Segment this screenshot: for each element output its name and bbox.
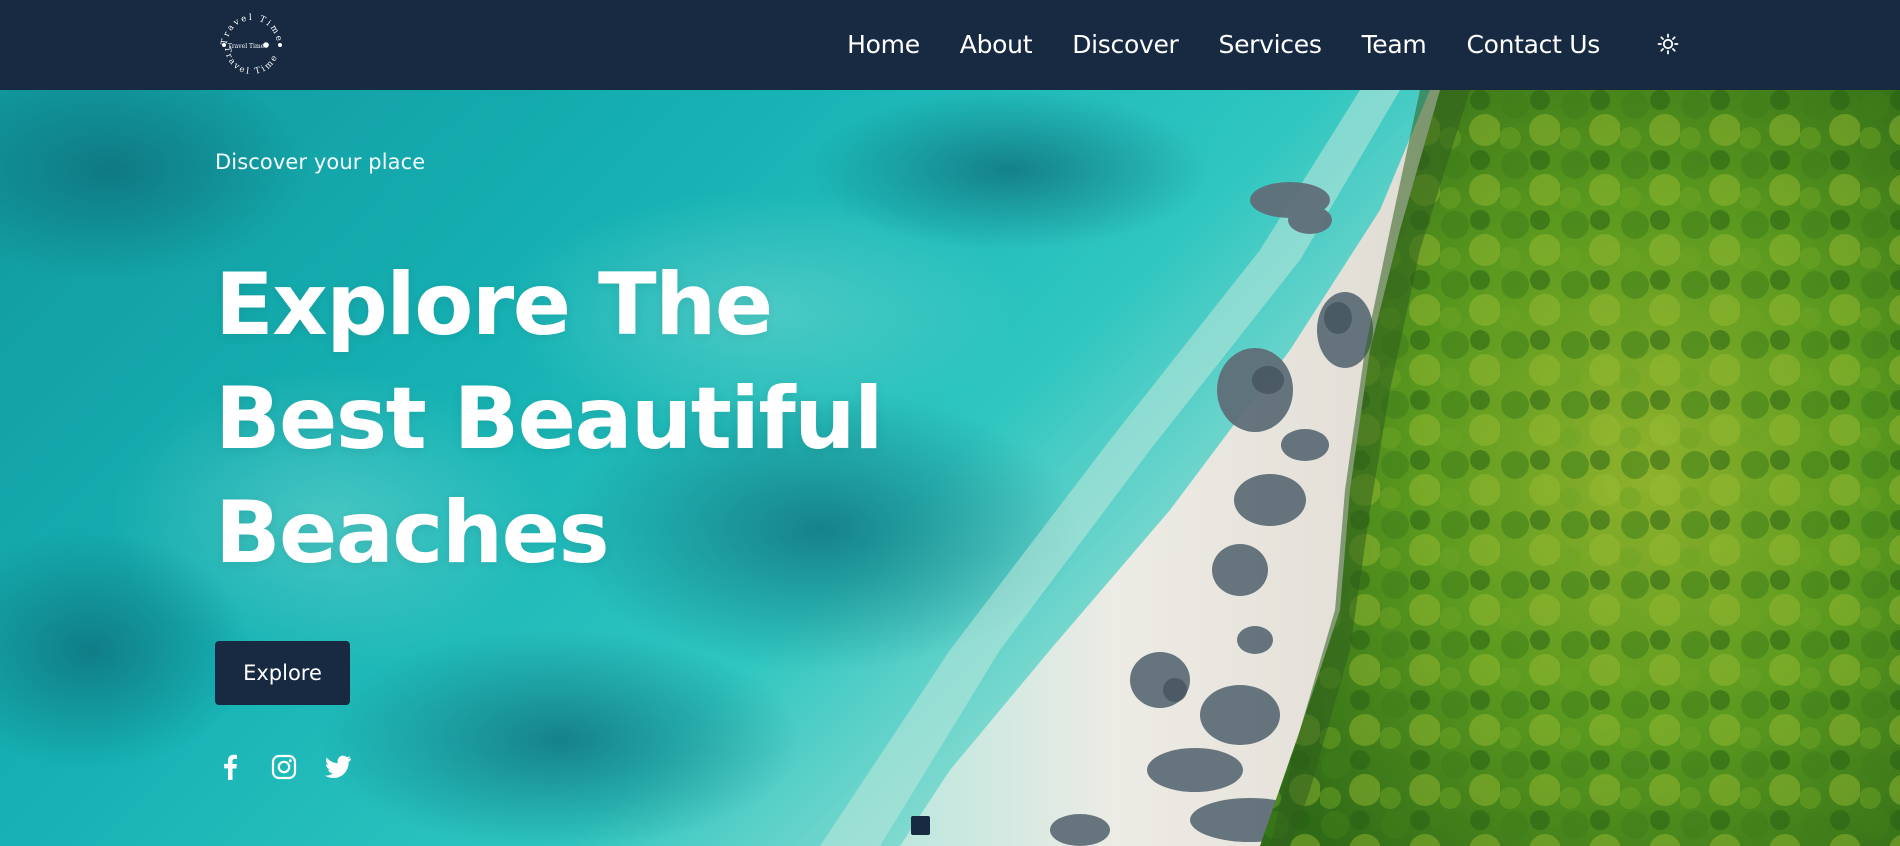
twitter-icon	[325, 755, 351, 778]
logo-ring-text-bottom: Travel Time	[222, 46, 279, 77]
sun-icon	[1657, 33, 1679, 55]
nav-item-about[interactable]: About	[960, 0, 1033, 90]
logo-center-text: Travel Time	[228, 43, 265, 50]
main-nav: Home About Discover Services Team Contac…	[847, 0, 1600, 90]
logo[interactable]: Travel Time Travel Time Travel Time	[215, 8, 289, 82]
hero-title-line: Explore The	[215, 255, 773, 355]
twitter-link[interactable]	[323, 752, 353, 782]
hero-title: Explore The Best Beautiful Beaches	[215, 248, 1075, 590]
instagram-link[interactable]	[269, 752, 299, 782]
site-header: Travel Time Travel Time Travel Time Home…	[0, 0, 1900, 90]
nav-item-team[interactable]: Team	[1362, 0, 1427, 90]
nav-item-contact[interactable]: Contact Us	[1466, 0, 1600, 90]
nav-item-services[interactable]: Services	[1219, 0, 1322, 90]
svg-text:Travel Time: Travel Time	[220, 13, 284, 46]
hero-eyebrow: Discover your place	[215, 150, 426, 174]
svg-text:Travel Time: Travel Time	[222, 46, 281, 77]
instagram-icon	[271, 754, 297, 780]
theme-toggle-button[interactable]	[1653, 29, 1683, 59]
hero-title-line: Beaches	[215, 483, 610, 583]
slide-indicator[interactable]	[911, 816, 930, 835]
nav-item-discover[interactable]: Discover	[1072, 0, 1179, 90]
explore-button[interactable]: Explore	[215, 641, 350, 705]
facebook-icon	[224, 754, 237, 780]
nav-item-home[interactable]: Home	[847, 0, 920, 90]
logo-ring-text: Travel Time	[220, 13, 282, 46]
facebook-link[interactable]	[215, 752, 245, 782]
hero-section: Discover your place Explore The Best Bea…	[0, 90, 1900, 846]
hero-title-line: Best Beautiful	[215, 369, 883, 469]
social-links	[215, 752, 353, 782]
